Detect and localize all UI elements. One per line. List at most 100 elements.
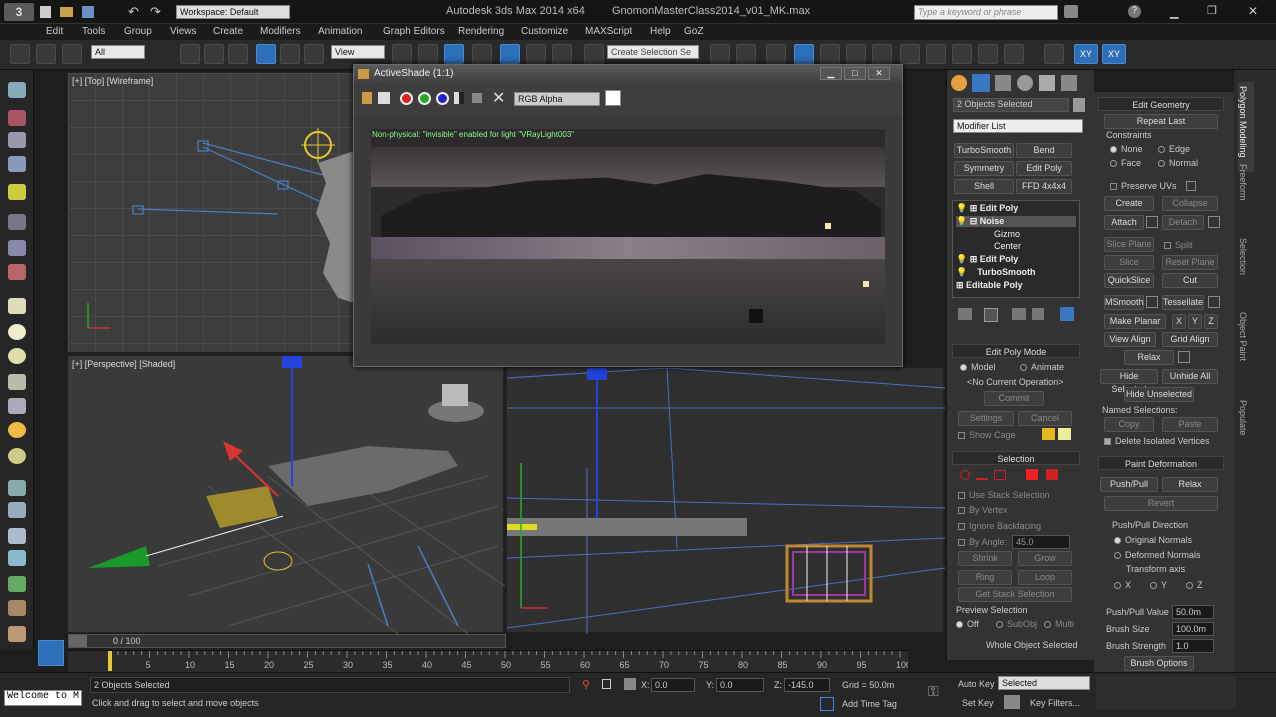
preview-off-radio[interactable]: Off [956, 619, 979, 629]
symmetry-button[interactable]: Symmetry [954, 161, 1014, 176]
color-swatch[interactable] [605, 90, 621, 106]
set-key-icon[interactable] [1004, 695, 1020, 709]
make-planar-button[interactable]: Make Planar [1104, 314, 1166, 329]
plant-icon[interactable] [8, 576, 26, 592]
vtab-freeform-label[interactable]: Freeform [1238, 164, 1248, 201]
vtab-polygon-modeling-label[interactable]: Polygon Modeling [1238, 86, 1248, 158]
turbosmooth-button[interactable]: TurboSmooth [954, 143, 1014, 158]
redo-icon[interactable]: ↷ [150, 4, 161, 20]
attach-settings-icon[interactable] [1146, 216, 1158, 228]
constraint-none-radio[interactable]: None [1110, 144, 1143, 154]
teapot-icon[interactable] [8, 82, 26, 98]
animate-radio[interactable]: Animate [1020, 362, 1064, 372]
tessellate-settings-icon[interactable] [1208, 296, 1220, 308]
create-tab-icon[interactable] [951, 75, 967, 91]
rendered-frame-icon[interactable] [952, 44, 972, 64]
copy-selection-button[interactable]: Copy [1104, 417, 1154, 432]
torus-icon[interactable] [8, 448, 26, 464]
paste-selection-button[interactable]: Paste [1162, 417, 1218, 432]
light-bulb-icon[interactable]: 💡 [956, 254, 967, 264]
menu-rendering[interactable]: Rendering [458, 26, 504, 37]
viewcube-icon[interactable] [428, 384, 484, 422]
maxscript-listener[interactable]: Welcome to M [4, 690, 82, 706]
shrink-button[interactable]: Shrink [958, 551, 1012, 566]
stack-item-center[interactable]: Center [994, 241, 1021, 251]
manipulate-icon[interactable] [418, 44, 438, 64]
scale-tool-icon[interactable] [304, 44, 324, 64]
unhide-all-button[interactable]: Unhide All [1162, 369, 1218, 384]
preview-multi-radio[interactable]: Multi [1044, 619, 1074, 629]
absolute-mode-icon[interactable] [624, 678, 636, 690]
teapot-render-icon[interactable] [1004, 44, 1024, 64]
collapse-button[interactable]: Collapse [1162, 196, 1218, 211]
select-object-icon[interactable] [180, 44, 200, 64]
stair-icon[interactable] [8, 550, 26, 566]
cage-color-2[interactable] [1058, 428, 1071, 440]
menu-views[interactable]: Views [170, 26, 197, 37]
ffd-button[interactable]: FFD 4x4x4 [1016, 179, 1072, 194]
xy-plane-button[interactable]: XY [1102, 44, 1126, 64]
menu-create[interactable]: Create [213, 26, 243, 37]
original-normals-radio[interactable]: Original Normals [1114, 535, 1192, 545]
cancel-button[interactable]: Cancel [1018, 411, 1072, 426]
object-name-field[interactable]: 2 Objects Selected [953, 98, 1069, 112]
view-align-button[interactable]: View Align [1104, 332, 1156, 347]
edit-poly-mode-rollout[interactable]: Edit Poly Mode [952, 344, 1080, 358]
loop-button[interactable]: Loop [1018, 570, 1072, 585]
stack-item-gizmo[interactable]: Gizmo [994, 229, 1020, 239]
render-icon[interactable] [978, 44, 998, 64]
cage-color-1[interactable] [1042, 428, 1055, 440]
modify-tab-icon[interactable] [972, 74, 990, 92]
preserve-uvs-checkbox[interactable]: Preserve UVs [1110, 181, 1177, 191]
rotate-tool-icon[interactable] [280, 44, 300, 64]
attach-button[interactable]: Attach [1104, 215, 1144, 230]
menu-customize[interactable]: Customize [521, 26, 568, 37]
undo-icon[interactable]: ↶ [128, 4, 139, 20]
brush-strength-spinner[interactable]: 1.0 [1172, 639, 1214, 653]
stack-item-turbosmooth[interactable]: 💡 TurboSmooth [956, 267, 1036, 278]
show-cage-checkbox[interactable]: Show Cage [958, 430, 1016, 440]
configure-sets-icon[interactable] [1060, 307, 1074, 321]
hide-unselected-button[interactable]: Hide Unselected [1124, 387, 1194, 402]
model-radio[interactable]: Model [960, 362, 996, 372]
auto-key-button[interactable]: Auto Key [958, 679, 995, 689]
reset-plane-button[interactable]: Reset Plane [1162, 255, 1218, 270]
brush-options-button[interactable]: Brush Options [1124, 656, 1194, 671]
delete-isolated-vertices-checkbox[interactable]: Delete Isolated Vertices [1104, 436, 1210, 446]
snap-icon[interactable] [472, 44, 492, 64]
minimize-button[interactable]: ▁ [1170, 6, 1178, 19]
align-icon[interactable] [736, 44, 756, 64]
mesh-icon[interactable] [8, 528, 26, 544]
named-selection-set-dropdown[interactable]: Create Selection Se [607, 45, 699, 59]
vtab-populate-label[interactable]: Populate [1238, 400, 1248, 436]
paint-deformation-rollout[interactable]: Paint Deformation [1098, 456, 1224, 470]
quickslice-button[interactable]: QuickSlice [1104, 273, 1154, 288]
activeshade-maximize-button[interactable]: □ [844, 67, 866, 80]
msmooth-button[interactable]: MSmooth [1104, 295, 1144, 310]
relax-settings-icon[interactable] [1178, 351, 1190, 363]
undo-tool-icon[interactable] [10, 44, 30, 64]
light-icon[interactable] [8, 184, 26, 200]
push-pull-value-spinner[interactable]: 50.0m [1172, 605, 1214, 619]
motion-tab-icon[interactable] [1017, 75, 1033, 91]
viewport-layout-icon[interactable] [38, 640, 64, 666]
constraint-face-radio[interactable]: Face [1110, 158, 1141, 168]
menu-help[interactable]: Help [650, 26, 671, 37]
keyboard-shortcut-icon[interactable] [444, 44, 464, 64]
ref-coord-dropdown[interactable]: View [331, 45, 385, 59]
grow-button[interactable]: Grow [1018, 551, 1072, 566]
xy-constraint-button[interactable]: XY [1074, 44, 1098, 64]
z-coord-field[interactable]: -145.0 [784, 678, 830, 692]
bend-button[interactable]: Bend [1016, 143, 1072, 158]
percent-snap-icon[interactable] [526, 44, 546, 64]
menu-modifiers[interactable]: Modifiers [260, 26, 301, 37]
remove-modifier-icon[interactable] [1032, 308, 1044, 320]
msmooth-settings-icon[interactable] [1146, 296, 1158, 308]
cut-button[interactable]: Cut [1162, 273, 1218, 288]
picture-icon[interactable] [8, 110, 26, 126]
use-stack-selection-checkbox[interactable]: Use Stack Selection [958, 490, 1050, 500]
mirror-icon[interactable] [710, 44, 730, 64]
ribbon-toggle-icon[interactable] [820, 44, 840, 64]
key-icon[interactable]: ⚿ [928, 683, 939, 700]
axis-constraint-icon[interactable] [1044, 44, 1064, 64]
